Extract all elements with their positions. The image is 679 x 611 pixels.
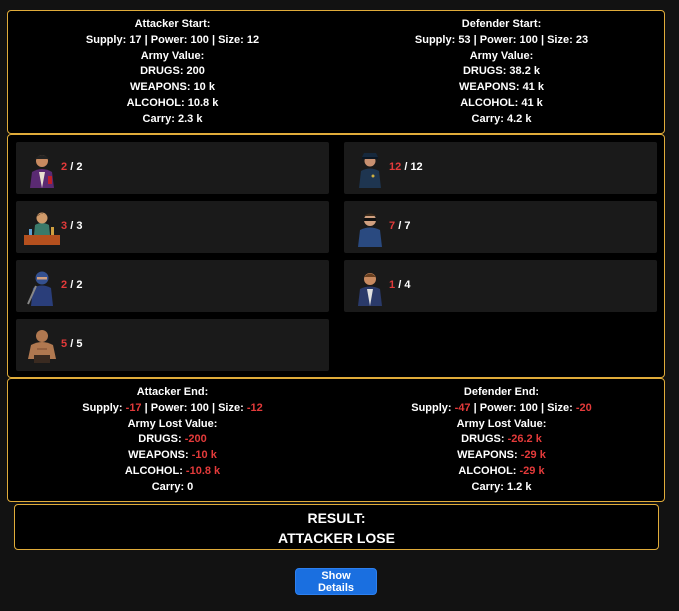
defender-start-supply: 53 — [458, 33, 471, 46]
result-label: RESULT: — [307, 510, 366, 526]
defender-end-carry: Carry: 1.2 k — [471, 480, 532, 493]
attacker-end-stats: Attacker End: Supply: -17 | Power: 100 |… — [8, 385, 337, 496]
pimp-portrait-icon — [22, 148, 62, 188]
defender-unit-card: 12 / 12 — [344, 142, 657, 194]
attacker-start-weapons: WEAPONS: 10 k — [130, 81, 215, 94]
police-officer-portrait-icon — [350, 148, 390, 188]
attacker-start-army-label: Army Value: — [140, 49, 205, 62]
end-stats-panel: Attacker End: Supply: -17 | Power: 100 |… — [7, 378, 665, 502]
show-details-button[interactable]: Show Details — [295, 568, 377, 595]
attacker-start-supply: 17 — [129, 33, 142, 46]
attacker-start-drugs: DRUGS: 200 — [140, 65, 205, 78]
attacker-end-drugs: DRUGS: -200 — [138, 433, 207, 446]
defender-end-supply: -47 — [454, 401, 471, 414]
defender-unit-card: 1 / 4 — [344, 260, 657, 312]
sunglasses-cop-portrait-icon — [350, 207, 390, 247]
attacker-end-title: Attacker End: — [136, 386, 209, 398]
defender-end-supply-line: Supply: -47 | Power: 100 | Size: -20 — [411, 401, 592, 414]
defender-end-title: Defender End: — [463, 386, 540, 398]
defender-end-power: 100 — [519, 401, 538, 414]
attacker-end-army-label: Army Lost Value: — [127, 417, 218, 430]
attacker-start-title: Attacker Start: — [134, 18, 211, 30]
defender-start-supply-line: Supply: 53 | Power: 100 | Size: 23 — [414, 33, 589, 46]
defender-end-drugs: DRUGS: -26.2 k — [461, 433, 542, 446]
brute-portrait-icon — [22, 325, 62, 365]
defender-start-size: 23 — [575, 33, 589, 46]
attacker-end-supply: -17 — [125, 401, 142, 414]
result-box: RESULT: ATTACKER LOSE — [14, 504, 659, 550]
attacker-start-alcohol: ALCOHOL: 10.8 k — [126, 96, 219, 109]
units-panel: 2 / 2 3 / 3 2 / 2 5 / 5 12 / 12 7 / 7 1 … — [7, 134, 665, 378]
defender-unit-count: 1 / 4 — [389, 279, 411, 291]
defender-start-carry: Carry: 4.2 k — [471, 112, 532, 125]
defender-start-army-label: Army Value: — [469, 49, 534, 62]
defender-start-power: 100 — [519, 33, 538, 46]
attacker-unit-count: 5 / 5 — [61, 338, 83, 350]
attacker-start-size: 12 — [246, 33, 260, 46]
attacker-end-size: -12 — [246, 401, 263, 414]
defender-end-army-label: Army Lost Value: — [456, 417, 547, 430]
attacker-start-stats: Attacker Start: Supply: 17 | Power: 100 … — [8, 17, 337, 128]
bartender-portrait-icon — [22, 207, 62, 247]
attacker-unit-card: 2 / 2 — [16, 260, 329, 312]
detective-portrait-icon — [350, 266, 390, 306]
defender-start-stats: Defender Start: Supply: 53 | Power: 100 … — [337, 17, 666, 128]
attacker-unit-count: 2 / 2 — [61, 161, 83, 173]
attacker-end-weapons: WEAPONS: -10 k — [128, 449, 217, 462]
attacker-unit-card: 5 / 5 — [16, 319, 329, 371]
attacker-start-power: 100 — [190, 33, 209, 46]
defender-start-drugs: DRUGS: 38.2 k — [462, 65, 541, 78]
defender-end-size: -20 — [575, 401, 592, 414]
result-value: ATTACKER LOSE — [278, 530, 395, 546]
defender-unit-card: 7 / 7 — [344, 201, 657, 253]
defender-end-stats: Defender End: Supply: -47 | Power: 100 |… — [337, 385, 666, 496]
attacker-end-power: 100 — [190, 401, 209, 414]
defender-end-weapons: WEAPONS: -29 k — [457, 449, 546, 462]
attacker-unit-card: 3 / 3 — [16, 201, 329, 253]
ninja-portrait-icon — [22, 266, 62, 306]
attacker-end-supply-line: Supply: -17 | Power: 100 | Size: -12 — [82, 401, 263, 414]
attacker-start-supply-line: Supply: 17 | Power: 100 | Size: 12 — [85, 33, 260, 46]
attacker-start-carry: Carry: 2.3 k — [142, 112, 203, 125]
attacker-end-alcohol: ALCOHOL: -10.8 k — [124, 464, 221, 477]
defender-start-weapons: WEAPONS: 41 k — [459, 81, 544, 94]
attacker-unit-card: 2 / 2 — [16, 142, 329, 194]
defender-start-title: Defender Start: — [461, 18, 542, 30]
defender-unit-count: 7 / 7 — [389, 220, 411, 232]
attacker-unit-count: 3 / 3 — [61, 220, 83, 232]
start-stats-panel: Attacker Start: Supply: 17 | Power: 100 … — [7, 10, 665, 134]
attacker-end-carry: Carry: 0 — [151, 480, 194, 493]
attacker-unit-count: 2 / 2 — [61, 279, 83, 291]
defender-end-alcohol: ALCOHOL: -29 k — [458, 464, 545, 477]
defender-unit-count: 12 / 12 — [389, 161, 423, 173]
defender-start-alcohol: ALCOHOL: 41 k — [460, 96, 543, 109]
